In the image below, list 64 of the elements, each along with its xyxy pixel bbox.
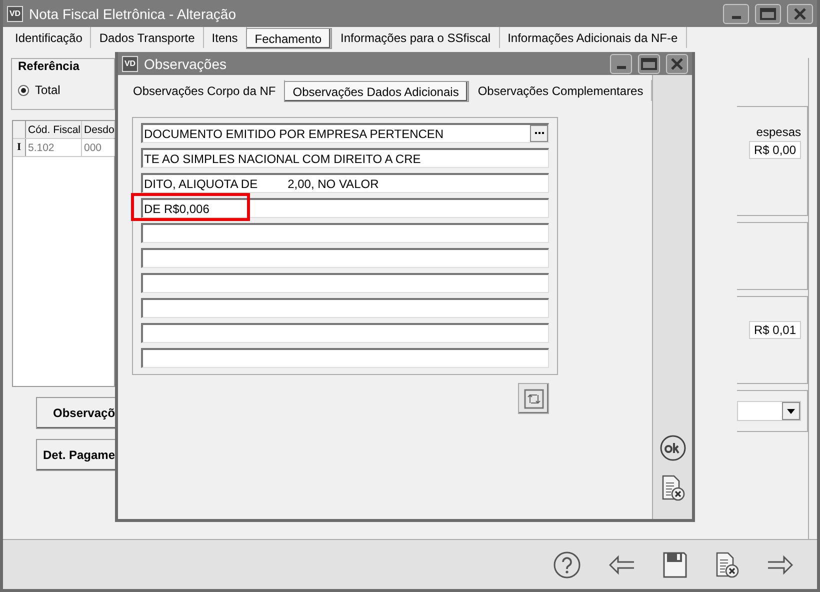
close-icon (670, 58, 684, 70)
text-field[interactable]: DITO, ALIQUOTA DE 2,00, NO VALOR (141, 173, 549, 193)
text-field[interactable] (141, 298, 549, 318)
ok-button[interactable] (660, 435, 686, 461)
text-field[interactable] (141, 323, 549, 343)
column-header: Cód. Fiscal (26, 121, 82, 138)
help-button[interactable] (553, 550, 581, 578)
help-icon (553, 550, 581, 578)
field-label: espesas (756, 125, 801, 139)
tab[interactable]: Dados Transporte (91, 27, 204, 48)
tab[interactable]: Fechamento (246, 29, 330, 48)
amount-field[interactable]: R$ 0,01 (748, 321, 801, 339)
amount-field[interactable]: R$ 0,00 (748, 141, 801, 159)
radio-label: Total (35, 83, 60, 97)
dropdown-button[interactable] (782, 402, 800, 420)
forward-button[interactable] (767, 554, 793, 574)
group-title: Referência (18, 59, 80, 73)
close-button[interactable] (787, 4, 813, 24)
back-button[interactable] (609, 554, 635, 574)
text-field[interactable]: TE AO SIMPLES NACIONAL COM DIREITO A CRE (141, 148, 549, 168)
maximize-button[interactable] (755, 4, 781, 24)
text-field[interactable]: DE R$0,006 (141, 198, 549, 218)
minimize-button[interactable] (723, 4, 749, 24)
radio-button[interactable] (18, 84, 29, 96)
minimize-icon (732, 16, 740, 19)
tab[interactable]: Informações Adicionais da NF-e (500, 27, 687, 48)
row-marker: I (13, 139, 26, 156)
cancel-document-icon (660, 475, 685, 501)
minimize-button[interactable] (610, 54, 632, 74)
text-field[interactable]: DOCUMENTO EMITIDO POR EMPRESA PERTENCEN (141, 123, 549, 143)
cancel-document-icon (715, 552, 739, 578)
field-text: TE AO SIMPLES NACIONAL COM DIREITO A CRE (144, 152, 421, 166)
column-header: Desdo (82, 121, 115, 138)
table-cell: 5.102 (26, 139, 82, 156)
window-title: Nota Fiscal Eletrônica - Alteração (29, 6, 237, 22)
field-text: DOCUMENTO EMITIDO POR EMPRESA PERTENCEN (144, 126, 444, 140)
tab[interactable]: Identificação (7, 27, 92, 48)
ellipsis-icon (534, 132, 544, 135)
save-button[interactable] (663, 552, 687, 578)
text-field[interactable] (141, 248, 549, 268)
dialog-title: Observações (144, 56, 228, 72)
tab[interactable]: Observações Dados Adicionais (284, 82, 468, 101)
app-logo: VD (7, 6, 23, 22)
refresh-icon (524, 388, 544, 408)
cancel-button[interactable] (660, 475, 685, 501)
tab[interactable]: Informações para o SSfiscal (332, 27, 500, 48)
app-logo: VD (122, 56, 138, 72)
field-text: DE R$0,006 (144, 202, 210, 216)
maximize-icon (760, 8, 776, 20)
field-text: DITO, ALIQUOTA DE 2,00, NO VALOR (144, 176, 379, 190)
refresh-button[interactable] (518, 383, 549, 414)
minimize-icon (616, 66, 626, 69)
maximize-icon (641, 58, 657, 70)
cancel-button[interactable] (715, 552, 739, 578)
browse-button[interactable] (530, 125, 548, 142)
table-cell: 000 (82, 139, 115, 156)
ok-icon (660, 435, 686, 461)
maximize-button[interactable] (638, 54, 660, 74)
text-field[interactable] (141, 223, 549, 243)
close-icon (793, 8, 807, 20)
text-field[interactable] (141, 348, 549, 368)
text-field[interactable] (141, 273, 549, 293)
close-button[interactable] (666, 54, 688, 74)
caret-icon (787, 408, 795, 414)
